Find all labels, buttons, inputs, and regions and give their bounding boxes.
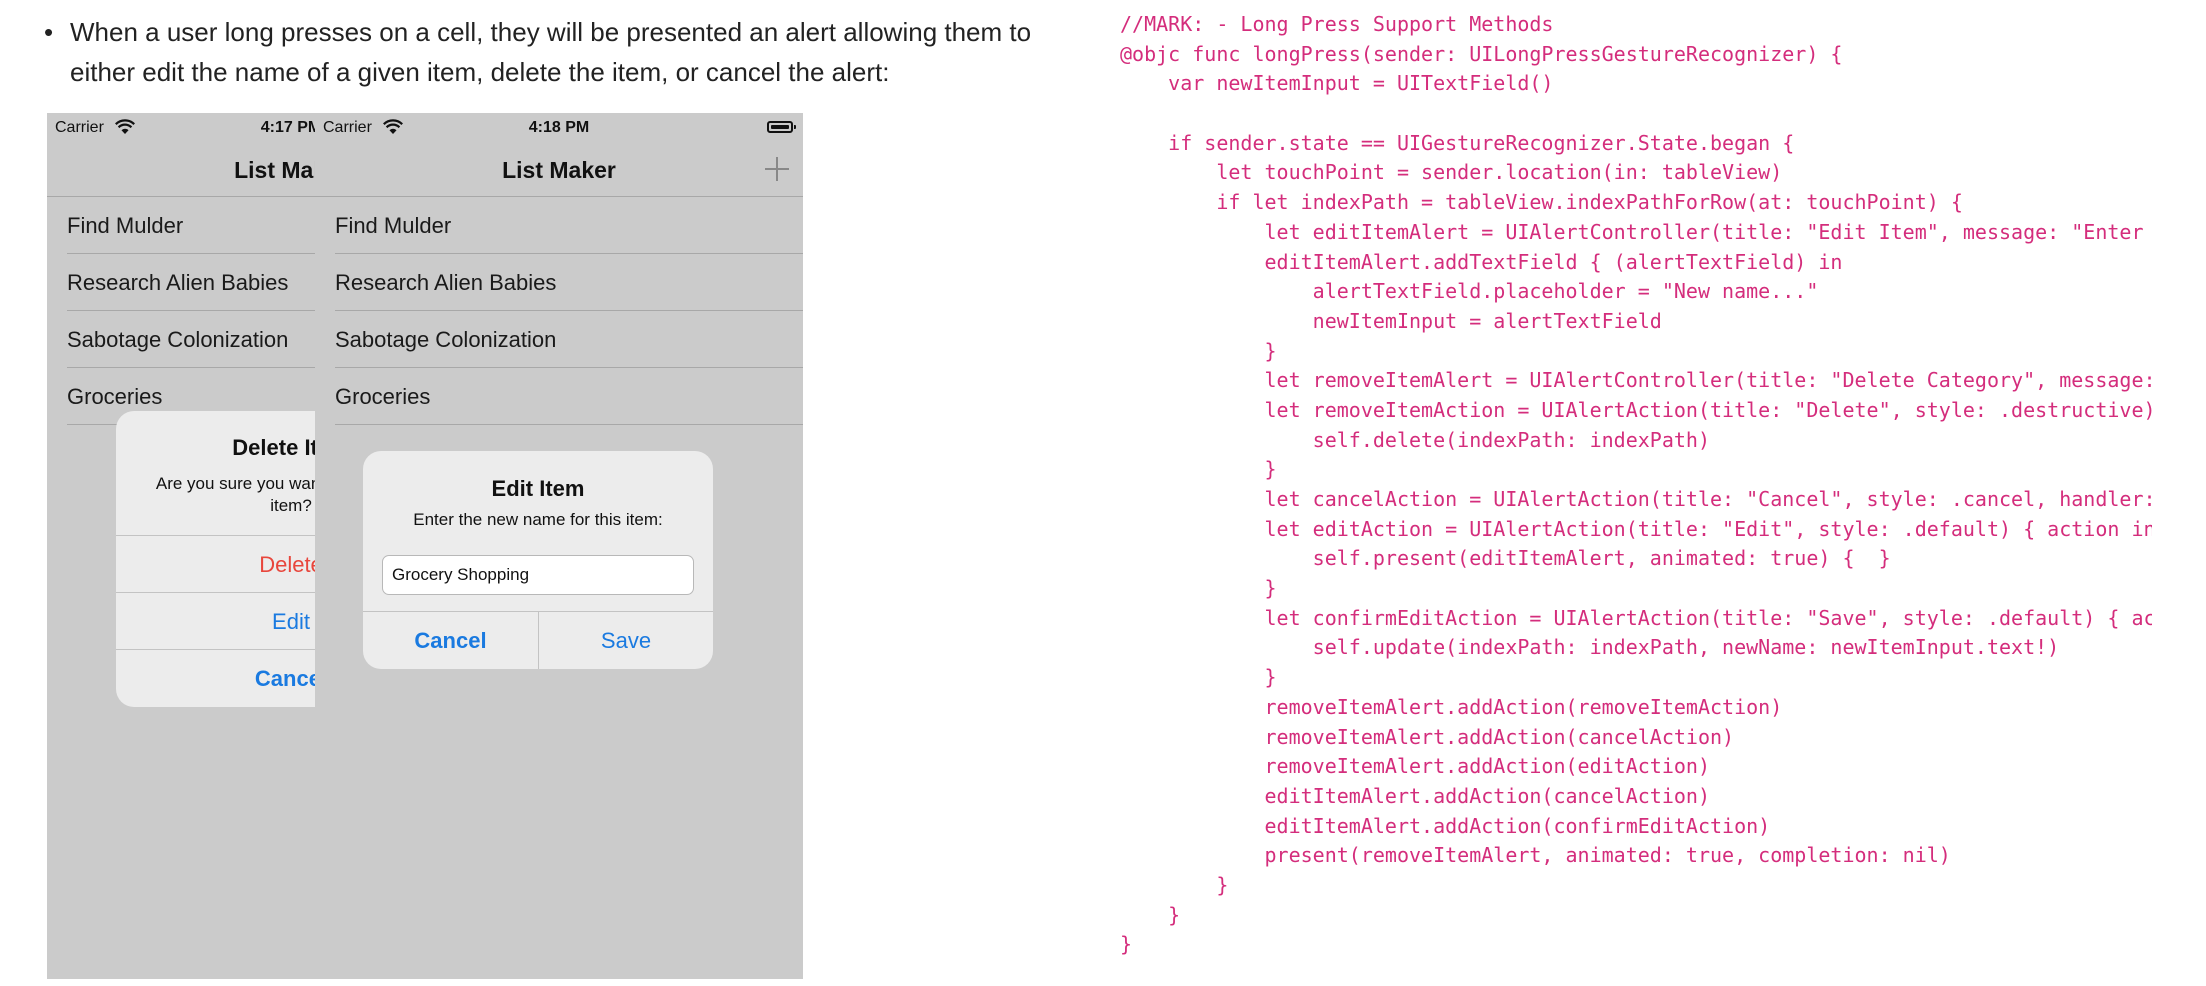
code-line: } (1120, 902, 1181, 927)
code-line: } (1120, 932, 1133, 957)
navigation-bar: List Maker (315, 143, 803, 196)
code-line: editItemAlert.addAction(confirmEditActio… (1120, 813, 1771, 838)
list-item-label: Sabotage Colonization (67, 327, 289, 352)
simulator-screenshots: Carrier 4:17 PM List Maker Find Mulder R… (47, 113, 803, 979)
code-line: removeItemAlert.addAction(cancelAction) (1120, 724, 1735, 749)
alert-message: Are you sure you want to delete this ite… (155, 474, 315, 515)
code-line: } (1120, 872, 1229, 897)
code-line: let editAction = UIAlertAction(title: "E… (1120, 516, 2152, 541)
alert-button-bar: Cancel Save (363, 611, 713, 669)
code-line: self.delete(indexPath: indexPath) (1120, 427, 1711, 452)
status-bar: Carrier 4:18 PM (315, 113, 803, 143)
code-line: present(removeItemAlert, animated: true,… (1120, 843, 1951, 868)
cancel-button[interactable]: Cancel (116, 649, 315, 707)
list-item[interactable]: Research Alien Babies (47, 254, 315, 311)
code-line: var newItemInput = UITextField() (1120, 71, 1554, 96)
status-bar: Carrier 4:17 PM (47, 113, 315, 143)
intro-bullet: • When a user long presses on a cell, th… (44, 12, 1080, 92)
code-line: } (1120, 576, 1277, 601)
code-line: let removeItemAlert = UIAlertController(… (1264, 368, 2152, 393)
nav-title: List Maker (502, 157, 616, 183)
code-line: @objc func longPress(sender: UILongPress… (1120, 41, 1843, 66)
code-line: let editItemAlert = UIAlertController(ti… (1264, 219, 2144, 244)
list-item[interactable]: Research Alien Babies (315, 254, 803, 311)
intro-text: When a user long presses on a cell, they… (70, 17, 1032, 87)
code-line: editItemAlert.addTextField { (alertTextF… (1120, 249, 1843, 274)
cancel-button[interactable]: Cancel (363, 612, 538, 669)
status-time: 4:18 PM (528, 119, 590, 136)
code-line: newItemInput = alertTextField (1120, 308, 1662, 333)
code-line: removeItemAlert.addAction(removeItemActi… (1120, 694, 1783, 719)
code-line: } (1120, 457, 1277, 482)
edit-alert: Edit Item Enter the new name for this it… (363, 451, 713, 669)
alert-title: Edit Item (491, 476, 585, 501)
nav-title: List Maker (234, 157, 315, 183)
code-line: if sender.state == UIGestureRecognizer.S… (1120, 130, 1795, 155)
delete-alert: Delete Item Are you sure you want to del… (116, 411, 315, 707)
code-line: self.update(indexPath: indexPath, newNam… (1120, 635, 2060, 660)
code-line: alertTextField.placeholder = "New name..… (1120, 279, 1819, 304)
list-item-label: Sabotage Colonization (335, 327, 557, 352)
list-item-label: Find Mulder (67, 213, 184, 238)
navigation-bar: List Maker (47, 143, 315, 196)
code-line: let confirmEditAction = UIAlertAction(ti… (1120, 605, 2152, 630)
list-item-label: Groceries (67, 384, 163, 409)
status-time: 4:17 PM (260, 119, 315, 136)
phone-delete-alert: Carrier 4:17 PM List Maker Find Mulder R… (47, 113, 315, 979)
battery-icon (767, 121, 796, 133)
code-line: let cancelAction = UIAlertAction(title: … (1120, 487, 2152, 511)
list-item-label: Research Alien Babies (67, 270, 289, 295)
alert-message: Enter the new name for this item: (413, 510, 663, 529)
edit-button[interactable]: Edit (116, 592, 315, 650)
code-line: //MARK: - Long Press Support Methods (1120, 12, 1554, 36)
list-item-label: Research Alien Babies (335, 270, 557, 295)
list-item[interactable]: Sabotage Colonization (315, 311, 803, 368)
item-name-value: Grocery Shopping (392, 565, 530, 584)
add-icon[interactable] (763, 155, 791, 183)
list-item-label: Find Mulder (335, 213, 452, 238)
code-line: self.present(editItemAlert, animated: tr… (1120, 546, 1891, 571)
code-line: if let indexPath = tableView.indexPathFo… (1120, 190, 1963, 215)
list-item[interactable]: Sabotage Colonization (47, 311, 315, 368)
delete-button[interactable]: Delete (116, 535, 315, 593)
phone-edit-alert: Carrier 4:18 PM List Maker Find Mulder R… (315, 113, 803, 979)
list-item[interactable]: Find Mulder (315, 197, 803, 254)
alert-title: Delete Item (232, 435, 315, 460)
code-line: } (1120, 338, 1277, 363)
list-item-label: Groceries (335, 384, 431, 409)
code-line: let touchPoint = sender.location(in: tab… (1120, 160, 1783, 185)
code-line: editItemAlert.addAction(cancelAction) (1120, 783, 1711, 808)
list-item[interactable]: Find Mulder (47, 197, 315, 254)
item-name-input[interactable]: Grocery Shopping (382, 555, 694, 595)
list-item[interactable]: Groceries (315, 368, 803, 425)
bullet-dot: • (44, 17, 54, 47)
code-listing: //MARK: - Long Press Support Methods @obj… (1120, 10, 2152, 970)
save-button[interactable]: Save (539, 612, 713, 669)
code-line: } (1120, 665, 1277, 690)
code-line: removeItemAlert.addAction(editAction) (1120, 754, 1711, 779)
code-line: let removeItemAction = UIAlertAction(tit… (1264, 397, 2152, 422)
